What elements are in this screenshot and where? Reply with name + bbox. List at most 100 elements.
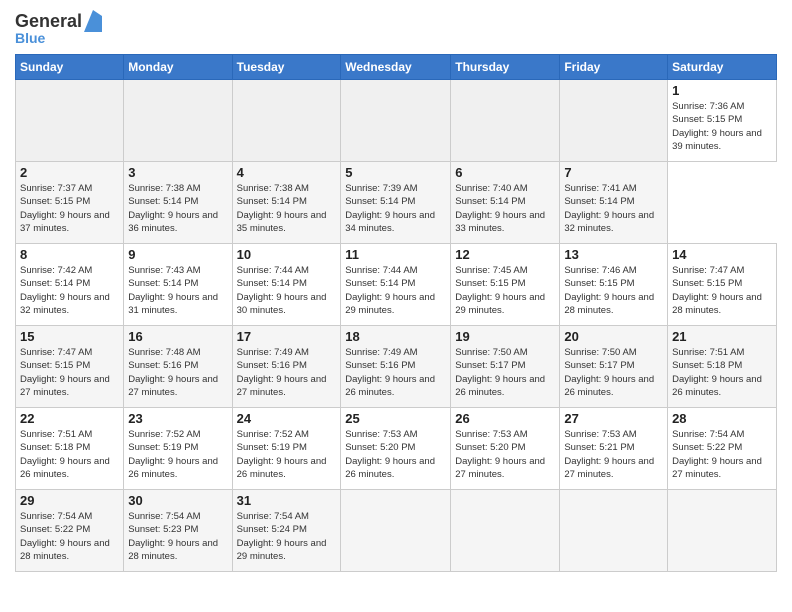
day-number: 30 bbox=[128, 493, 227, 508]
day-cell-9: 9 Sunrise: 7:43 AMSunset: 5:14 PMDayligh… bbox=[124, 244, 232, 326]
day-number: 14 bbox=[672, 247, 772, 262]
day-detail: Sunrise: 7:44 AMSunset: 5:14 PMDaylight:… bbox=[237, 265, 327, 316]
day-number: 26 bbox=[455, 411, 555, 426]
day-cell-19: 19 Sunrise: 7:50 AMSunset: 5:17 PMDaylig… bbox=[451, 326, 560, 408]
day-cell-2: 2 Sunrise: 7:37 AMSunset: 5:15 PMDayligh… bbox=[16, 162, 124, 244]
empty-cell bbox=[560, 490, 668, 572]
day-detail: Sunrise: 7:37 AMSunset: 5:15 PMDaylight:… bbox=[20, 183, 110, 234]
day-detail: Sunrise: 7:53 AMSunset: 5:20 PMDaylight:… bbox=[345, 429, 435, 480]
day-detail: Sunrise: 7:38 AMSunset: 5:14 PMDaylight:… bbox=[128, 183, 218, 234]
day-detail: Sunrise: 7:43 AMSunset: 5:14 PMDaylight:… bbox=[128, 265, 218, 316]
week-row-5: 22 Sunrise: 7:51 AMSunset: 5:18 PMDaylig… bbox=[16, 408, 777, 490]
day-detail: Sunrise: 7:53 AMSunset: 5:20 PMDaylight:… bbox=[455, 429, 545, 480]
calendar-body: 1 Sunrise: 7:36 AMSunset: 5:15 PMDayligh… bbox=[16, 80, 777, 572]
header-day-friday: Friday bbox=[560, 55, 668, 80]
day-number: 19 bbox=[455, 329, 555, 344]
day-cell-14: 14 Sunrise: 7:47 AMSunset: 5:15 PMDaylig… bbox=[668, 244, 777, 326]
day-cell-25: 25 Sunrise: 7:53 AMSunset: 5:20 PMDaylig… bbox=[341, 408, 451, 490]
day-cell-30: 30 Sunrise: 7:54 AMSunset: 5:23 PMDaylig… bbox=[124, 490, 232, 572]
day-number: 2 bbox=[20, 165, 119, 180]
day-cell-1: 1 Sunrise: 7:36 AMSunset: 5:15 PMDayligh… bbox=[668, 80, 777, 162]
day-cell-18: 18 Sunrise: 7:49 AMSunset: 5:16 PMDaylig… bbox=[341, 326, 451, 408]
day-detail: Sunrise: 7:36 AMSunset: 5:15 PMDaylight:… bbox=[672, 101, 762, 152]
day-number: 9 bbox=[128, 247, 227, 262]
day-detail: Sunrise: 7:46 AMSunset: 5:15 PMDaylight:… bbox=[564, 265, 654, 316]
day-detail: Sunrise: 7:49 AMSunset: 5:16 PMDaylight:… bbox=[345, 347, 435, 398]
day-detail: Sunrise: 7:51 AMSunset: 5:18 PMDaylight:… bbox=[20, 429, 110, 480]
week-row-6: 29 Sunrise: 7:54 AMSunset: 5:22 PMDaylig… bbox=[16, 490, 777, 572]
day-number: 21 bbox=[672, 329, 772, 344]
logo-general-text: General bbox=[15, 11, 82, 32]
calendar-table: SundayMondayTuesdayWednesdayThursdayFrid… bbox=[15, 54, 777, 572]
header: General Blue bbox=[15, 10, 777, 46]
day-detail: Sunrise: 7:39 AMSunset: 5:14 PMDaylight:… bbox=[345, 183, 435, 234]
day-cell-27: 27 Sunrise: 7:53 AMSunset: 5:21 PMDaylig… bbox=[560, 408, 668, 490]
day-cell-8: 8 Sunrise: 7:42 AMSunset: 5:14 PMDayligh… bbox=[16, 244, 124, 326]
logo: General Blue bbox=[15, 10, 102, 46]
day-detail: Sunrise: 7:49 AMSunset: 5:16 PMDaylight:… bbox=[237, 347, 327, 398]
day-number: 6 bbox=[455, 165, 555, 180]
empty-cell bbox=[560, 80, 668, 162]
empty-cell bbox=[451, 80, 560, 162]
day-detail: Sunrise: 7:54 AMSunset: 5:22 PMDaylight:… bbox=[672, 429, 762, 480]
day-number: 13 bbox=[564, 247, 663, 262]
day-detail: Sunrise: 7:54 AMSunset: 5:24 PMDaylight:… bbox=[237, 511, 327, 562]
day-detail: Sunrise: 7:42 AMSunset: 5:14 PMDaylight:… bbox=[20, 265, 110, 316]
day-cell-13: 13 Sunrise: 7:46 AMSunset: 5:15 PMDaylig… bbox=[560, 244, 668, 326]
day-cell-17: 17 Sunrise: 7:49 AMSunset: 5:16 PMDaylig… bbox=[232, 326, 341, 408]
day-number: 28 bbox=[672, 411, 772, 426]
day-number: 20 bbox=[564, 329, 663, 344]
day-cell-24: 24 Sunrise: 7:52 AMSunset: 5:19 PMDaylig… bbox=[232, 408, 341, 490]
day-detail: Sunrise: 7:47 AMSunset: 5:15 PMDaylight:… bbox=[20, 347, 110, 398]
day-cell-6: 6 Sunrise: 7:40 AMSunset: 5:14 PMDayligh… bbox=[451, 162, 560, 244]
day-detail: Sunrise: 7:44 AMSunset: 5:14 PMDaylight:… bbox=[345, 265, 435, 316]
empty-cell bbox=[124, 80, 232, 162]
header-day-saturday: Saturday bbox=[668, 55, 777, 80]
week-row-4: 15 Sunrise: 7:47 AMSunset: 5:15 PMDaylig… bbox=[16, 326, 777, 408]
day-number: 27 bbox=[564, 411, 663, 426]
day-number: 11 bbox=[345, 247, 446, 262]
day-number: 1 bbox=[672, 83, 772, 98]
empty-cell bbox=[232, 80, 341, 162]
day-detail: Sunrise: 7:41 AMSunset: 5:14 PMDaylight:… bbox=[564, 183, 654, 234]
day-detail: Sunrise: 7:48 AMSunset: 5:16 PMDaylight:… bbox=[128, 347, 218, 398]
day-detail: Sunrise: 7:53 AMSunset: 5:21 PMDaylight:… bbox=[564, 429, 654, 480]
header-day-monday: Monday bbox=[124, 55, 232, 80]
day-detail: Sunrise: 7:50 AMSunset: 5:17 PMDaylight:… bbox=[564, 347, 654, 398]
day-cell-11: 11 Sunrise: 7:44 AMSunset: 5:14 PMDaylig… bbox=[341, 244, 451, 326]
day-number: 16 bbox=[128, 329, 227, 344]
header-day-thursday: Thursday bbox=[451, 55, 560, 80]
day-cell-23: 23 Sunrise: 7:52 AMSunset: 5:19 PMDaylig… bbox=[124, 408, 232, 490]
day-cell-10: 10 Sunrise: 7:44 AMSunset: 5:14 PMDaylig… bbox=[232, 244, 341, 326]
day-cell-21: 21 Sunrise: 7:51 AMSunset: 5:18 PMDaylig… bbox=[668, 326, 777, 408]
day-cell-12: 12 Sunrise: 7:45 AMSunset: 5:15 PMDaylig… bbox=[451, 244, 560, 326]
week-row-1: 1 Sunrise: 7:36 AMSunset: 5:15 PMDayligh… bbox=[16, 80, 777, 162]
day-detail: Sunrise: 7:38 AMSunset: 5:14 PMDaylight:… bbox=[237, 183, 327, 234]
day-number: 25 bbox=[345, 411, 446, 426]
day-number: 29 bbox=[20, 493, 119, 508]
day-cell-3: 3 Sunrise: 7:38 AMSunset: 5:14 PMDayligh… bbox=[124, 162, 232, 244]
day-number: 22 bbox=[20, 411, 119, 426]
day-number: 17 bbox=[237, 329, 337, 344]
day-number: 5 bbox=[345, 165, 446, 180]
day-number: 4 bbox=[237, 165, 337, 180]
day-detail: Sunrise: 7:54 AMSunset: 5:23 PMDaylight:… bbox=[128, 511, 218, 562]
day-cell-5: 5 Sunrise: 7:39 AMSunset: 5:14 PMDayligh… bbox=[341, 162, 451, 244]
day-number: 8 bbox=[20, 247, 119, 262]
logo-blue-text: Blue bbox=[15, 30, 45, 46]
day-number: 12 bbox=[455, 247, 555, 262]
day-number: 23 bbox=[128, 411, 227, 426]
header-day-wednesday: Wednesday bbox=[341, 55, 451, 80]
day-cell-28: 28 Sunrise: 7:54 AMSunset: 5:22 PMDaylig… bbox=[668, 408, 777, 490]
day-cell-20: 20 Sunrise: 7:50 AMSunset: 5:17 PMDaylig… bbox=[560, 326, 668, 408]
day-cell-15: 15 Sunrise: 7:47 AMSunset: 5:15 PMDaylig… bbox=[16, 326, 124, 408]
day-detail: Sunrise: 7:54 AMSunset: 5:22 PMDaylight:… bbox=[20, 511, 110, 562]
day-cell-7: 7 Sunrise: 7:41 AMSunset: 5:14 PMDayligh… bbox=[560, 162, 668, 244]
logo-icon bbox=[84, 10, 102, 32]
day-cell-16: 16 Sunrise: 7:48 AMSunset: 5:16 PMDaylig… bbox=[124, 326, 232, 408]
day-detail: Sunrise: 7:50 AMSunset: 5:17 PMDaylight:… bbox=[455, 347, 545, 398]
week-row-3: 8 Sunrise: 7:42 AMSunset: 5:14 PMDayligh… bbox=[16, 244, 777, 326]
header-row: SundayMondayTuesdayWednesdayThursdayFrid… bbox=[16, 55, 777, 80]
day-number: 18 bbox=[345, 329, 446, 344]
day-number: 7 bbox=[564, 165, 663, 180]
